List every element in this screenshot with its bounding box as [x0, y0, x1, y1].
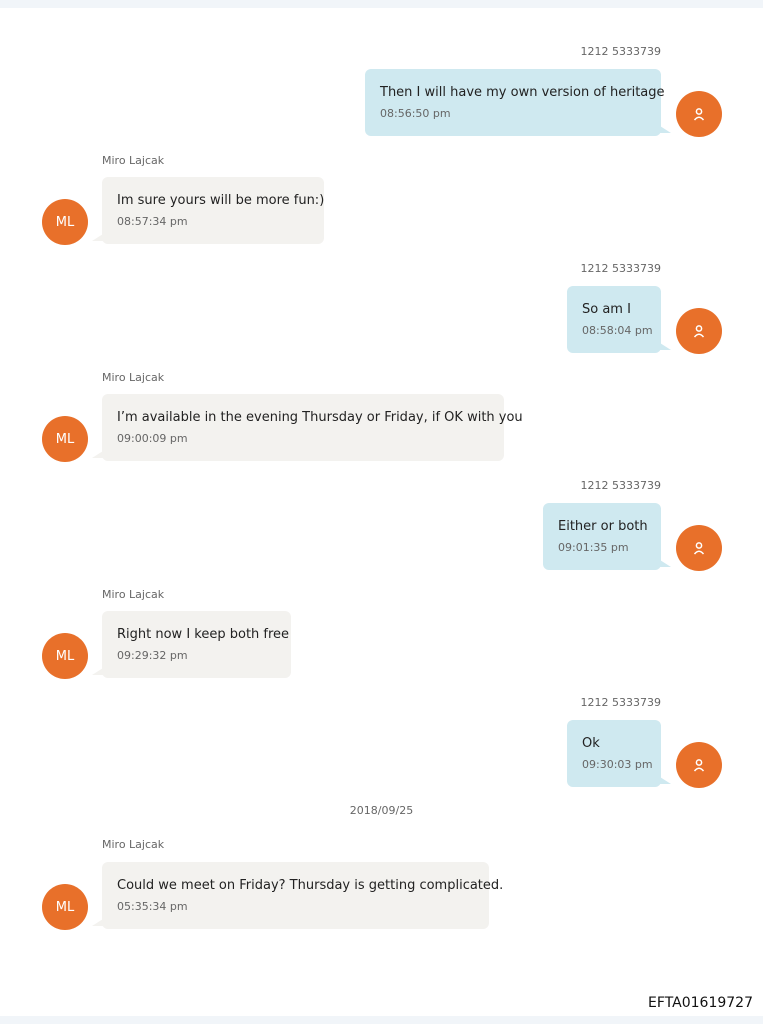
- message-time: 08:57:34 pm: [117, 215, 188, 228]
- contact-avatar[interactable]: ML: [42, 633, 88, 679]
- user-avatar[interactable]: [676, 742, 722, 788]
- message-text: Either or both: [558, 519, 648, 534]
- message-bubble-outgoing[interactable]: Either or both 09:01:35 pm: [543, 503, 671, 570]
- sender-name: Miro Lajcak: [102, 154, 165, 167]
- sender-name: 1212 5333739: [580, 479, 661, 492]
- user-avatar[interactable]: [676, 91, 722, 137]
- message-time: 09:00:09 pm: [117, 432, 188, 445]
- message-time: 09:30:03 pm: [582, 758, 653, 771]
- person-icon: [693, 542, 705, 555]
- message-text: I’m available in the evening Thursday or…: [117, 410, 523, 425]
- person-icon: [693, 108, 705, 121]
- message-text: Right now I keep both free: [117, 627, 290, 642]
- sender-name: 1212 5333739: [580, 45, 661, 58]
- message-text: So am I: [582, 302, 631, 317]
- bottom-band: [0, 1016, 763, 1024]
- message-bubble-incoming[interactable]: Could we meet on Friday? Thursday is get…: [92, 862, 504, 929]
- person-icon: [693, 759, 705, 772]
- message-bubble-incoming[interactable]: I’m available in the evening Thursday or…: [92, 394, 523, 461]
- sender-name: 1212 5333739: [580, 696, 661, 709]
- message-bubble-outgoing[interactable]: Ok 09:30:03 pm: [567, 720, 671, 787]
- message-bubble-outgoing[interactable]: Then I will have my own version of herit…: [365, 69, 671, 136]
- message-time: 05:35:34 pm: [117, 900, 188, 913]
- sender-name: 1212 5333739: [580, 262, 661, 275]
- document-id: EFTA01619727: [648, 995, 753, 1011]
- message-text: Could we meet on Friday? Thursday is get…: [117, 878, 504, 893]
- message-time: 09:29:32 pm: [117, 649, 188, 662]
- message-text: Ok: [582, 736, 600, 751]
- contact-avatar[interactable]: ML: [42, 416, 88, 462]
- contact-avatar[interactable]: ML: [42, 884, 88, 930]
- user-avatar[interactable]: [676, 525, 722, 571]
- chat-transcript: 1212 5333739 Then I will have my own ver…: [0, 0, 763, 1024]
- contact-avatar[interactable]: ML: [42, 199, 88, 245]
- sender-name: Miro Lajcak: [102, 588, 165, 601]
- date-separator: 2018/09/25: [349, 804, 414, 817]
- message-bubble-incoming[interactable]: Im sure yours will be more fun:) 08:57:3…: [92, 177, 325, 244]
- message-time: 09:01:35 pm: [558, 541, 629, 554]
- message-text: Then I will have my own version of herit…: [380, 85, 665, 100]
- message-text: Im sure yours will be more fun:): [117, 193, 325, 208]
- sender-name: Miro Lajcak: [102, 838, 165, 851]
- sender-name: Miro Lajcak: [102, 371, 165, 384]
- top-band: [0, 0, 763, 8]
- message-time: 08:58:04 pm: [582, 324, 653, 337]
- message-bubble-incoming[interactable]: Right now I keep both free 09:29:32 pm: [92, 611, 291, 678]
- user-avatar[interactable]: [676, 308, 722, 354]
- person-icon: [693, 325, 705, 338]
- message-time: 08:56:50 pm: [380, 107, 451, 120]
- message-bubble-outgoing[interactable]: So am I 08:58:04 pm: [567, 286, 671, 353]
